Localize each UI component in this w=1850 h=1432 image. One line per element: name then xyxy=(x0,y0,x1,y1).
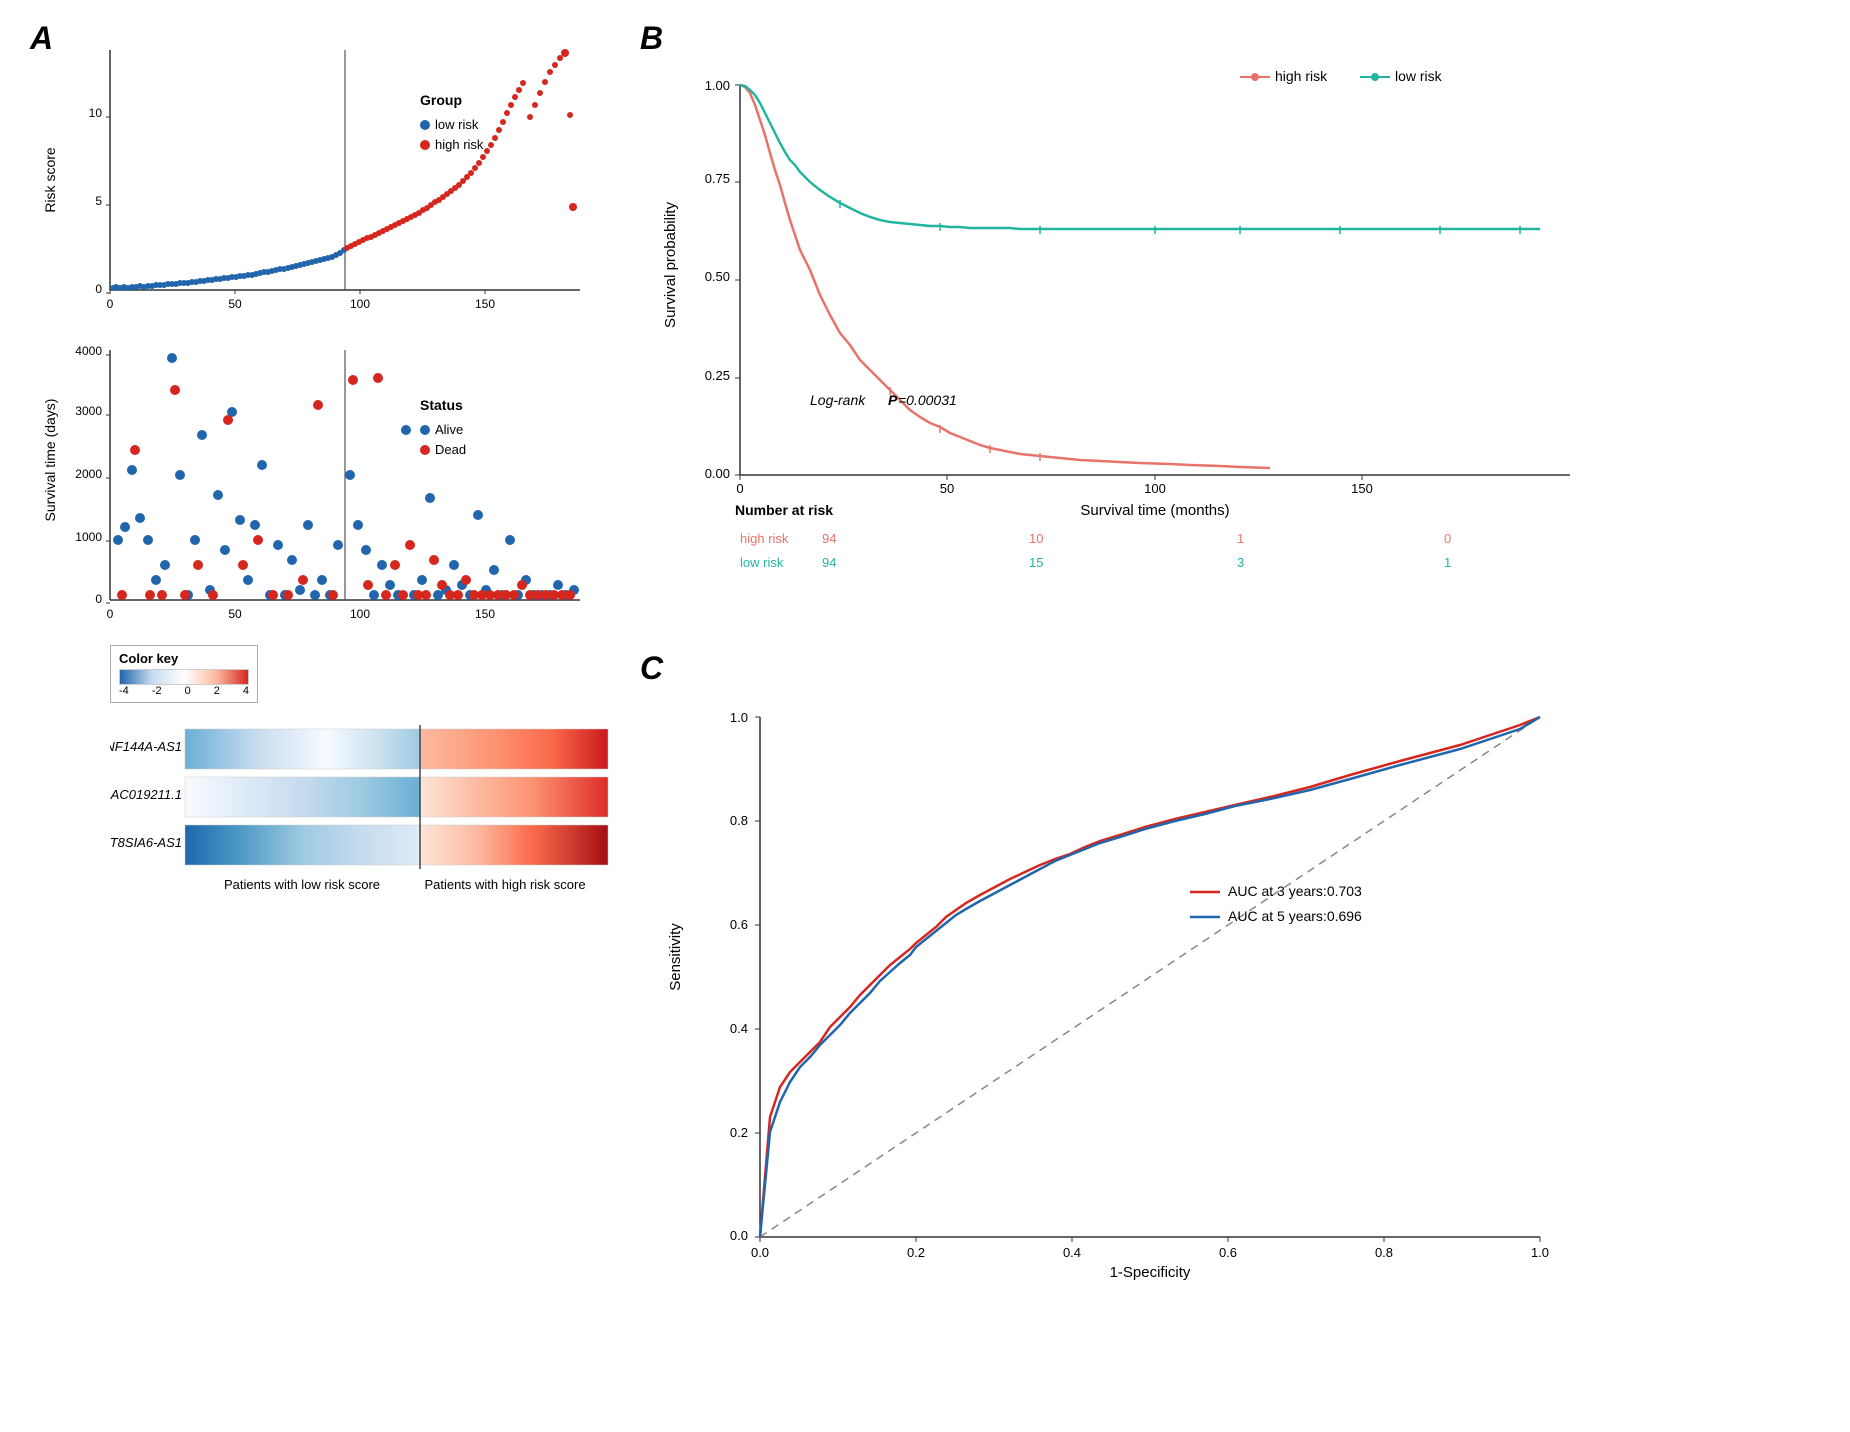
survival-time-chart: Survival time (days) 0 1000 2000 3000 40… xyxy=(30,335,610,650)
svg-text:50: 50 xyxy=(940,481,954,496)
heatmap-row-1 xyxy=(185,729,608,769)
svg-text:150: 150 xyxy=(1351,481,1373,496)
gene-label-3: ST8SIA6-AS1 xyxy=(110,835,182,850)
svg-text:0.8: 0.8 xyxy=(1375,1245,1393,1260)
km-svg: high risk low risk Survival probability … xyxy=(640,55,1740,635)
svg-text:1000: 1000 xyxy=(75,530,102,544)
svg-text:0.25: 0.25 xyxy=(705,368,730,383)
dead-dots xyxy=(117,373,575,600)
gene-label-2: AC019211.1 xyxy=(110,787,182,802)
survival-time-svg: Survival time (days) 0 1000 2000 3000 40… xyxy=(30,335,630,645)
roc-y-label: Sensitivity xyxy=(667,923,684,991)
low-risk-row-label: low risk xyxy=(740,555,784,570)
svg-text:0.2: 0.2 xyxy=(730,1125,748,1140)
svg-text:Group: Group xyxy=(420,92,462,108)
svg-text:0: 0 xyxy=(107,607,114,621)
svg-text:low risk: low risk xyxy=(435,117,479,132)
svg-text:50: 50 xyxy=(228,607,242,621)
survival-time-y-label: Survival time (days) xyxy=(42,399,58,522)
svg-text:0.2: 0.2 xyxy=(907,1245,925,1260)
svg-text:0.4: 0.4 xyxy=(1063,1245,1081,1260)
svg-text:1: 1 xyxy=(1444,555,1451,570)
right-panel: B high risk low risk Su xyxy=(620,0,1850,1432)
svg-text:1.0: 1.0 xyxy=(730,710,748,725)
svg-text:0: 0 xyxy=(95,282,102,296)
svg-text:0: 0 xyxy=(107,297,114,311)
color-key-box: Color key -4 -2 0 2 4 xyxy=(110,645,258,703)
svg-text:0.0: 0.0 xyxy=(730,1228,748,1243)
svg-text:4000: 4000 xyxy=(75,344,102,358)
svg-text:100: 100 xyxy=(350,297,370,311)
risk-score-y-label: Risk score xyxy=(42,147,58,213)
risk-score-chart: Risk score 0 5 10 0 50 100 150 xyxy=(30,30,610,345)
svg-text:high risk: high risk xyxy=(1275,68,1328,84)
svg-text:1: 1 xyxy=(1237,531,1244,546)
svg-text:0.6: 0.6 xyxy=(730,917,748,932)
svg-text:100: 100 xyxy=(350,607,370,621)
low-risk-label: Patients with low risk score xyxy=(224,877,380,892)
svg-text:0.6: 0.6 xyxy=(1219,1245,1237,1260)
svg-text:AUC at 3 years:0.703: AUC at 3 years:0.703 xyxy=(1228,883,1362,899)
high-risk-label: Patients with high risk score xyxy=(424,877,585,892)
heatmap-section: Color key -4 -2 0 2 4 xyxy=(30,645,610,914)
svg-text:10: 10 xyxy=(89,106,103,120)
left-panel: A Risk score 0 5 10 xyxy=(0,0,620,1432)
km-y-label: Survival probability xyxy=(662,202,679,328)
color-key-ticks: -4 -2 0 2 4 xyxy=(119,685,249,697)
roc-chart: Sensitivity 1-Specificity 0.0 0.2 0.4 0.… xyxy=(640,687,1820,1332)
heatmap-row-2 xyxy=(185,777,608,817)
svg-text:low risk: low risk xyxy=(1395,68,1443,84)
svg-text:94: 94 xyxy=(822,531,836,546)
alive-dots xyxy=(113,353,579,600)
svg-text:3000: 3000 xyxy=(75,404,102,418)
svg-text:0: 0 xyxy=(736,481,743,496)
svg-text:0.0: 0.0 xyxy=(751,1245,769,1260)
svg-text:P: P xyxy=(888,392,898,408)
svg-text:50: 50 xyxy=(228,297,242,311)
svg-text:150: 150 xyxy=(475,607,495,621)
svg-text:3: 3 xyxy=(1237,555,1244,570)
high-risk-row-label: high risk xyxy=(740,531,789,546)
low-risk-dots xyxy=(110,247,347,291)
svg-text:10: 10 xyxy=(1029,531,1043,546)
svg-text:15: 15 xyxy=(1029,555,1043,570)
svg-text:94: 94 xyxy=(822,555,836,570)
svg-text:0.8: 0.8 xyxy=(730,813,748,828)
svg-text:high risk: high risk xyxy=(435,137,484,152)
svg-text:150: 150 xyxy=(475,297,495,311)
roc-x-label: 1-Specificity xyxy=(1110,1264,1191,1281)
panel-b-label: B xyxy=(640,20,663,57)
panel-a-label: A xyxy=(30,20,53,57)
svg-text:Alive: Alive xyxy=(435,422,463,437)
svg-text:Dead: Dead xyxy=(435,442,466,457)
roc-svg: Sensitivity 1-Specificity 0.0 0.2 0.4 0.… xyxy=(640,687,1740,1327)
svg-text:100: 100 xyxy=(1144,481,1166,496)
svg-text:5: 5 xyxy=(95,194,102,208)
color-key-title: Color key xyxy=(119,651,249,666)
svg-text:1.00: 1.00 xyxy=(705,78,730,93)
svg-text:=0.00031: =0.00031 xyxy=(898,392,957,408)
km-high-risk-curve xyxy=(740,85,1270,468)
panel-c-label: C xyxy=(640,650,663,686)
color-key-gradient xyxy=(119,669,249,685)
km-low-risk-curve xyxy=(740,85,1540,229)
svg-text:0: 0 xyxy=(95,592,102,606)
svg-text:0.75: 0.75 xyxy=(705,171,730,186)
svg-text:0.50: 0.50 xyxy=(705,269,730,284)
svg-text:2000: 2000 xyxy=(75,467,102,481)
gene-label-1: RNF144A-AS1 xyxy=(110,739,182,754)
risk-score-svg: Risk score 0 5 10 0 50 100 150 xyxy=(30,30,630,340)
svg-text:1.0: 1.0 xyxy=(1531,1245,1549,1260)
km-x-label: Survival time (months) xyxy=(1080,502,1229,519)
svg-text:Status: Status xyxy=(420,397,463,413)
logrank-text: Log-rank xyxy=(810,392,866,408)
svg-text:0.00: 0.00 xyxy=(705,466,730,481)
svg-text:0: 0 xyxy=(1444,531,1451,546)
svg-text:AUC at 5 years:0.696: AUC at 5 years:0.696 xyxy=(1228,908,1362,924)
heatmap-row-3 xyxy=(185,825,608,865)
svg-text:0.4: 0.4 xyxy=(730,1021,748,1036)
heatmap-svg: RNF144A-AS1 AC019211.1 ST8SIA6-AS1 xyxy=(110,709,620,909)
km-chart: high risk low risk Survival probability … xyxy=(640,55,1820,640)
number-at-risk-label: Number at risk xyxy=(735,502,833,518)
